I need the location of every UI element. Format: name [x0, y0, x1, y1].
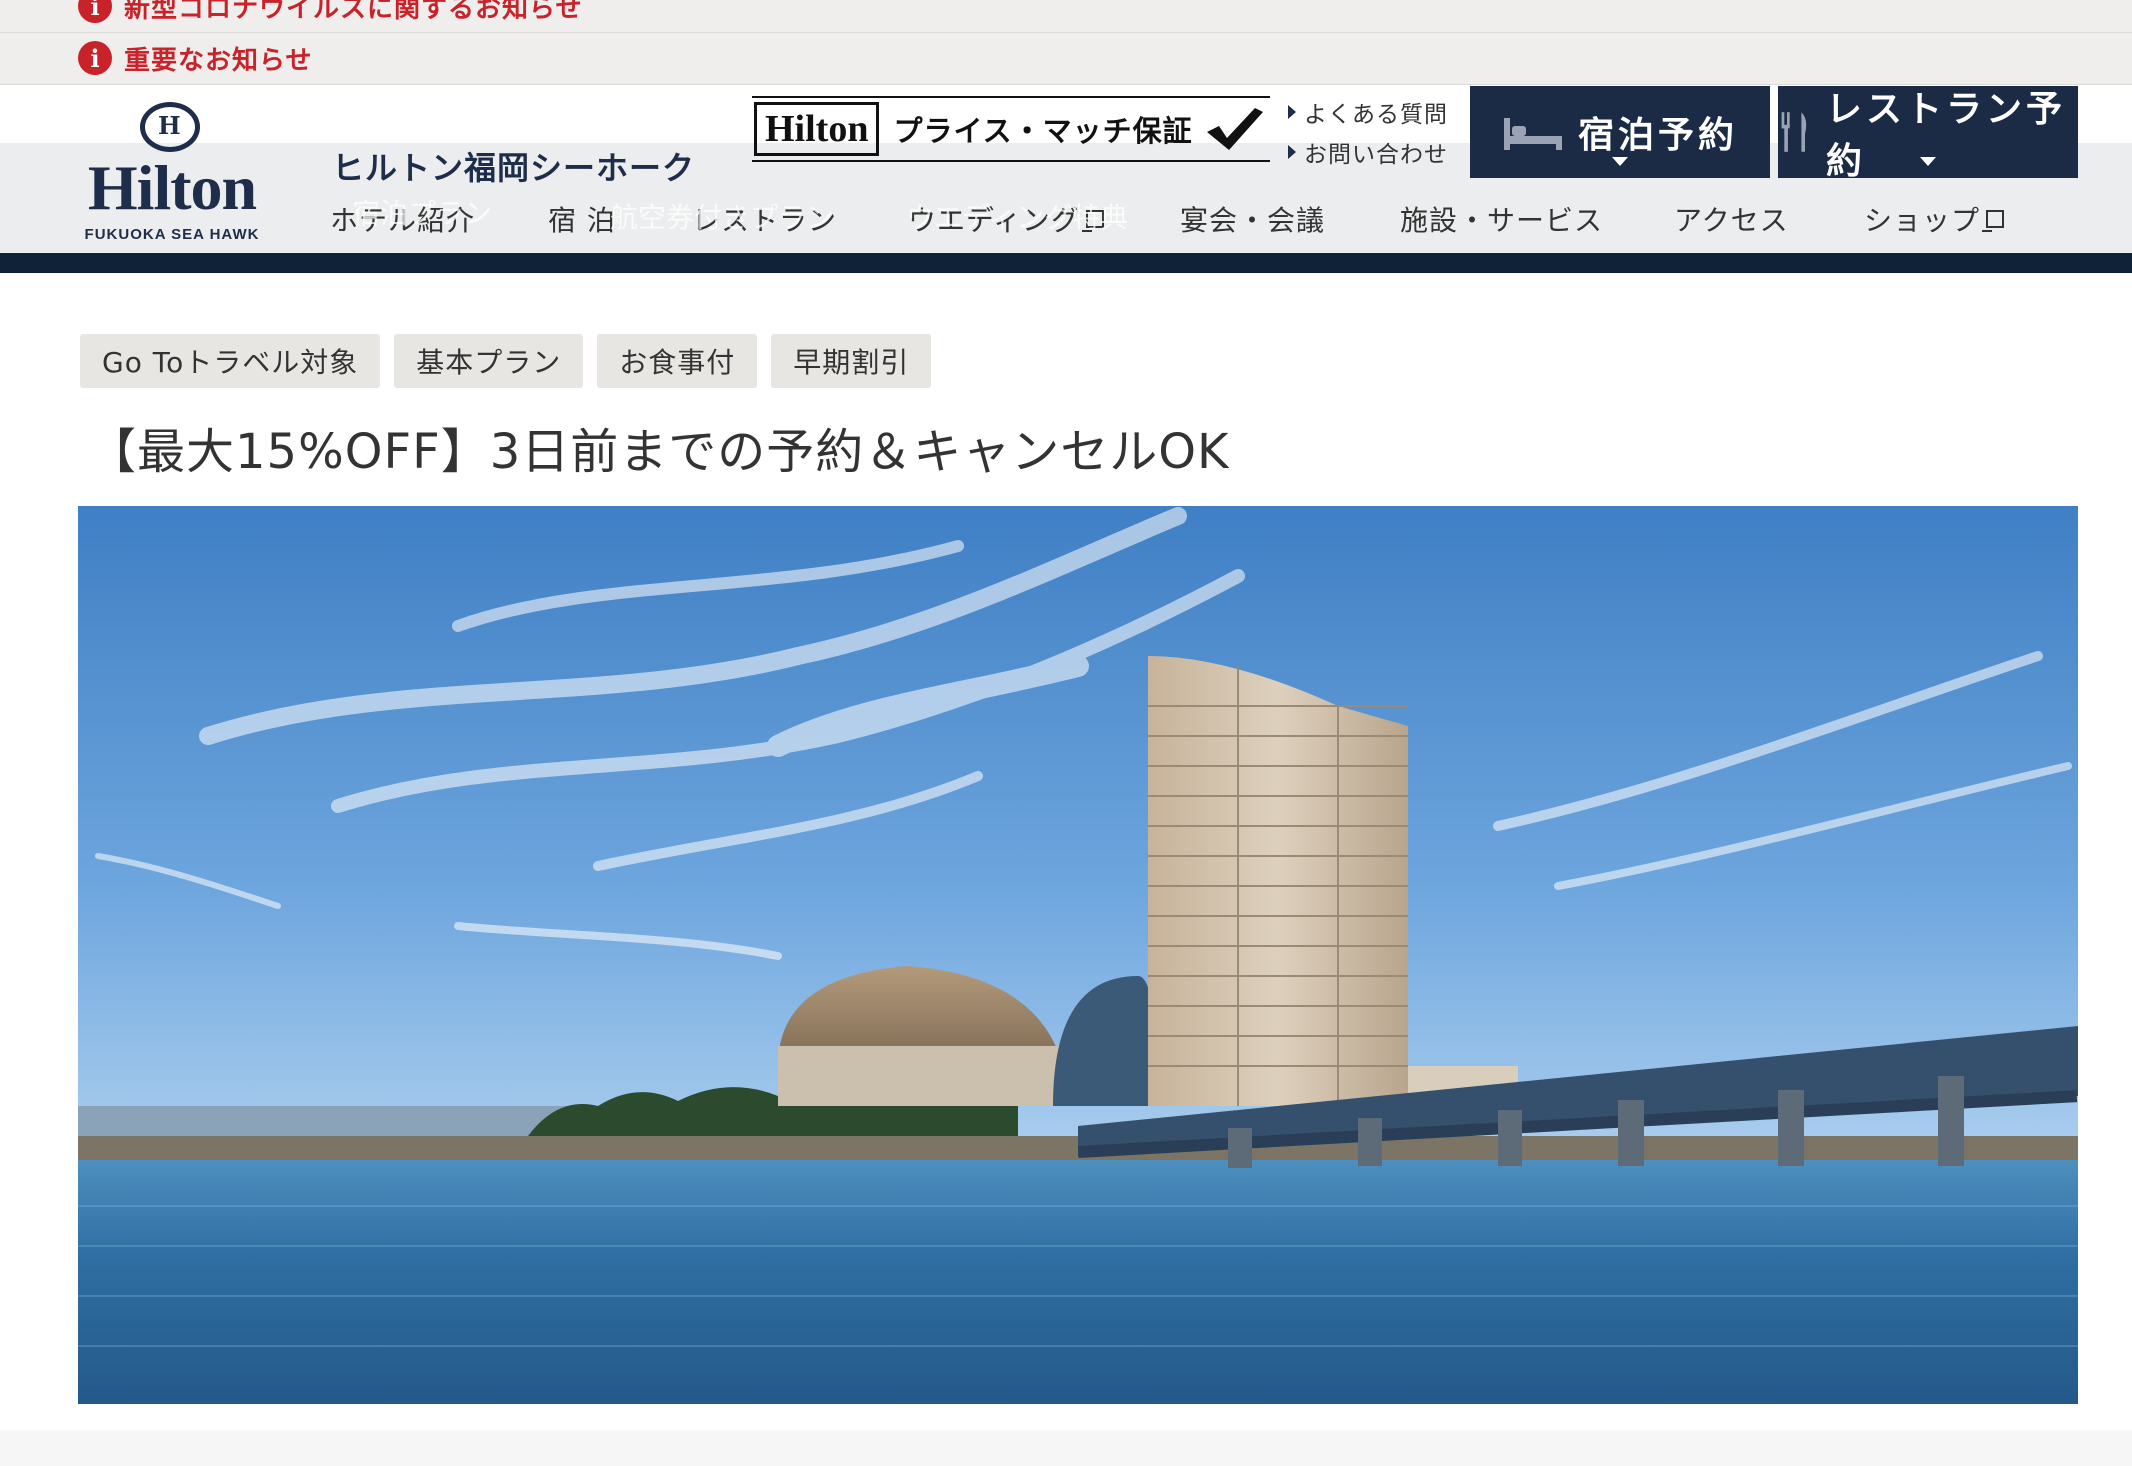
faq-link-label[interactable]: よくある質問: [1304, 95, 1448, 129]
page-footer-strip: [0, 1430, 2132, 1466]
notice-covid-label[interactable]: 新型コロナウイルスに関するお知らせ: [124, 0, 582, 25]
notice-important[interactable]: i 重要なお知らせ: [78, 38, 312, 78]
nav-shop-label[interactable]: ショップ: [1864, 199, 1980, 239]
faq-link[interactable]: よくある質問: [1288, 92, 1448, 132]
global-nav: ホテル紹介 宿 泊 レストラン ウエディング 宴会・会議 施設・サービス アクセ…: [330, 196, 2110, 242]
info-icon: i: [78, 0, 112, 23]
triangle-icon: [1288, 145, 1296, 159]
external-link-icon: [1982, 210, 2005, 232]
tag-meal-included[interactable]: お食事付: [597, 334, 758, 388]
ghost-text: ウエディング特典: [906, 201, 1129, 234]
price-match-banner[interactable]: Hilton プライス・マッチ保証: [752, 96, 1270, 162]
tag-early-discount[interactable]: 早期割引: [771, 334, 932, 388]
ghost-text: 航空券付きプラン: [610, 201, 835, 234]
notice-bar: i 新型コロナウイルスに関するお知らせ i 重要なお知らせ: [0, 0, 2132, 85]
price-match-brand: Hilton: [754, 102, 880, 156]
hotel-photo: [78, 506, 2078, 1404]
chevron-down-icon: [1612, 157, 1628, 166]
book-stay-button[interactable]: 宿泊予約: [1470, 86, 1770, 178]
book-restaurant-label: レストラン予約: [1826, 89, 2067, 182]
book-stay-label: 宿泊予約: [1577, 115, 1738, 156]
checkmark-icon: [1206, 108, 1263, 150]
bed-icon: [1503, 118, 1562, 150]
nav-shop[interactable]: ショップ: [1864, 196, 2005, 242]
tag-basic-plan[interactable]: 基本プラン: [394, 334, 584, 388]
hilton-emblem-icon: H: [134, 100, 210, 156]
plan-tags: Go Toトラベル対象 基本プラン お食事付 早期割引: [80, 334, 945, 388]
nav-access[interactable]: アクセス: [1674, 196, 1789, 242]
logo-wordmark: Hilton: [87, 152, 257, 223]
divider: [0, 32, 2132, 33]
hero-image: [78, 506, 2078, 1404]
header-rule: [0, 253, 2132, 273]
hilton-logo[interactable]: H Hilton FUKUOKA SEA HAWK: [72, 100, 272, 250]
fork-knife-icon: [1781, 112, 1807, 152]
notice-covid[interactable]: i 新型コロナウイルスに関するお知らせ: [78, 0, 582, 26]
chevron-down-icon: [1920, 157, 1936, 166]
triangle-icon: [1288, 105, 1296, 119]
utility-links: よくある質問 お問い合わせ: [1288, 92, 1448, 172]
hotel-name[interactable]: ヒルトン福岡シーホーク: [332, 143, 695, 189]
nav-stay[interactable]: 宿 泊: [548, 196, 616, 242]
nav-facilities[interactable]: 施設・サービス: [1400, 196, 1603, 242]
nav-banquet[interactable]: 宴会・会議: [1180, 196, 1325, 242]
plan-title: 【最大15%OFF】3日前までの予約＆キャンセルOK: [88, 424, 1230, 480]
price-match-text: プライス・マッチ保証: [893, 114, 1193, 148]
tag-goto-travel[interactable]: Go Toトラベル対象: [80, 334, 381, 388]
ghost-text: 宿泊プラン: [352, 197, 493, 230]
info-icon: i: [78, 41, 112, 75]
contact-link[interactable]: お問い合わせ: [1288, 132, 1448, 172]
book-restaurant-button[interactable]: レストラン予約: [1778, 86, 2078, 182]
contact-link-label[interactable]: お問い合わせ: [1304, 135, 1448, 169]
logo-subtitle: FUKUOKA SEA HAWK: [84, 226, 260, 243]
notice-important-label[interactable]: 重要なお知らせ: [124, 40, 312, 77]
